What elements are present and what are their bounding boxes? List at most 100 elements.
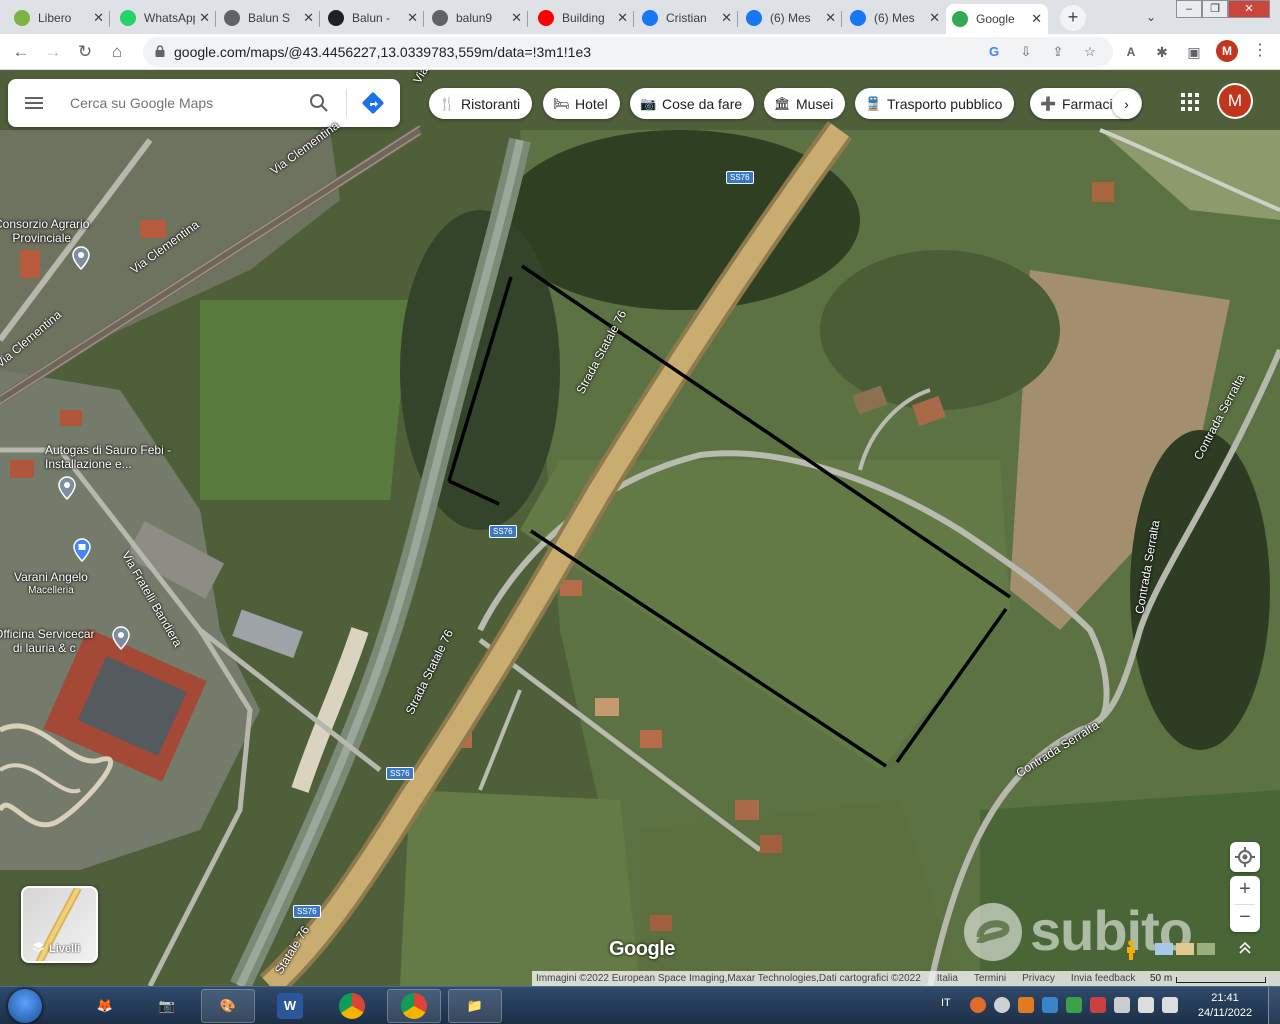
taskbar-file-explorer[interactable]: 📁 bbox=[448, 989, 502, 1023]
back-arrow-icon[interactable]: ← bbox=[10, 41, 32, 63]
language-indicator[interactable]: IT bbox=[941, 997, 951, 1009]
tray-security-icon[interactable] bbox=[1066, 997, 1082, 1013]
maximize-button[interactable]: ❐ bbox=[1202, 0, 1228, 18]
home-icon[interactable]: ⌂ bbox=[106, 41, 128, 63]
tab-3[interactable]: Balun - ✕ bbox=[322, 4, 424, 32]
taskbar-word[interactable]: W bbox=[263, 989, 317, 1023]
tab-close-icon[interactable]: ✕ bbox=[93, 10, 104, 26]
location-pin-icon[interactable] bbox=[112, 626, 130, 650]
tray-updater-icon[interactable] bbox=[1018, 997, 1034, 1013]
layers-toggle-button[interactable]: Livelli bbox=[21, 886, 98, 963]
reload-icon[interactable]: ↻ bbox=[74, 41, 96, 63]
tab-0[interactable]: Libero ✕ bbox=[8, 4, 110, 32]
extension-a-icon[interactable]: A bbox=[1120, 41, 1142, 63]
tab-close-icon[interactable]: ✕ bbox=[617, 10, 628, 26]
expand-chevron-icon[interactable] bbox=[1237, 940, 1253, 956]
chips-next-chevron-icon[interactable]: › bbox=[1112, 90, 1141, 119]
address-bar[interactable]: google.com/maps/@43.4456227,13.0339783,5… bbox=[143, 37, 1113, 67]
tab-5[interactable]: Building ✕ bbox=[532, 4, 634, 32]
tray-alert-icon[interactable] bbox=[1090, 997, 1106, 1013]
directions-icon[interactable] bbox=[361, 91, 385, 115]
tab-close-icon[interactable]: ✕ bbox=[407, 10, 418, 26]
volume-icon[interactable] bbox=[1162, 997, 1178, 1013]
taskbar-screenshot-tool[interactable]: 📷 bbox=[140, 989, 194, 1023]
my-location-button[interactable] bbox=[1230, 842, 1260, 872]
start-button-windows-icon[interactable] bbox=[8, 989, 42, 1023]
tray-app-icon[interactable] bbox=[970, 997, 986, 1013]
side-panel-icon[interactable]: ▣ bbox=[1183, 41, 1205, 63]
taskbar-chrome-active[interactable] bbox=[387, 989, 441, 1023]
extensions-puzzle-icon[interactable]: ✱ bbox=[1151, 41, 1173, 63]
tab-8[interactable]: (6) Mes ✕ bbox=[844, 4, 946, 32]
minimize-button[interactable]: – bbox=[1176, 0, 1202, 18]
tab-7[interactable]: (6) Mes ✕ bbox=[740, 4, 842, 32]
chip-musei[interactable]: 🏛 Musei bbox=[764, 88, 846, 119]
tab-2[interactable]: Balun S ✕ bbox=[218, 4, 320, 32]
taskbar-paint[interactable]: 🎨 bbox=[201, 989, 255, 1023]
location-pin-icon[interactable] bbox=[72, 246, 90, 270]
tab-close-icon[interactable]: ✕ bbox=[825, 10, 836, 26]
google-lens-icon[interactable]: G bbox=[985, 43, 1003, 61]
zoom-in-button[interactable]: + bbox=[1230, 876, 1260, 904]
search-divider bbox=[346, 89, 347, 117]
attribution-link-termini[interactable]: Termini bbox=[974, 973, 1006, 984]
system-clock[interactable]: 21:41 24/11/2022 bbox=[1190, 991, 1260, 1021]
shopping-pin-icon[interactable] bbox=[73, 538, 91, 562]
share-icon[interactable]: ⇪ bbox=[1049, 43, 1067, 61]
hamburger-menu-icon[interactable] bbox=[24, 93, 44, 113]
attribution-link-privacy[interactable]: Privacy bbox=[1022, 973, 1055, 984]
imagery-thumbnails[interactable] bbox=[1155, 942, 1217, 956]
tab-close-icon[interactable]: ✕ bbox=[929, 10, 940, 26]
tray-sync-icon[interactable] bbox=[994, 997, 1010, 1013]
show-desktop-button[interactable] bbox=[1268, 987, 1280, 1024]
tab-4[interactable]: balun9 ✕ bbox=[426, 4, 528, 32]
layers-icon bbox=[32, 942, 45, 952]
attribution-link-italia[interactable]: Italia bbox=[937, 973, 958, 984]
pegman-street-view-icon[interactable] bbox=[1125, 940, 1137, 960]
fork-knife-icon: 🍴 bbox=[439, 95, 456, 111]
search-input[interactable] bbox=[70, 92, 300, 114]
close-window-button[interactable]: ✕ bbox=[1228, 0, 1270, 18]
tab-search-chevron-icon[interactable]: ⌄ bbox=[1140, 6, 1162, 28]
scale-indicator[interactable]: 50 m bbox=[1150, 971, 1267, 986]
tab-9[interactable]: Google ✕ bbox=[946, 4, 1048, 34]
tab-close-icon[interactable]: ✕ bbox=[721, 10, 732, 26]
place-autogas[interactable]: Autogas di Sauro Febi - Installazione e..… bbox=[45, 443, 171, 471]
taskbar-chrome[interactable] bbox=[325, 989, 379, 1023]
chip-hotel[interactable]: 🛏 Hotel bbox=[543, 88, 620, 119]
facebook-icon bbox=[642, 10, 658, 26]
google-apps-grid-icon[interactable] bbox=[1180, 92, 1200, 112]
tab-close-icon[interactable]: ✕ bbox=[199, 10, 210, 26]
paint-palette-icon: 🎨 bbox=[219, 998, 237, 1013]
tab-title: Google bbox=[976, 12, 1015, 26]
zoom-out-button[interactable]: − bbox=[1230, 904, 1260, 932]
tab-1[interactable]: WhatsApp ✕ bbox=[114, 4, 216, 32]
account-avatar[interactable]: M bbox=[1219, 85, 1251, 117]
new-tab-button[interactable]: + bbox=[1060, 5, 1086, 31]
chip-cose-da-fare[interactable]: 📷 Cose da fare bbox=[630, 88, 755, 119]
install-icon[interactable]: ⇩ bbox=[1017, 43, 1035, 61]
taskbar-firefox[interactable]: 🦊 bbox=[78, 989, 132, 1023]
tray-network-app-icon[interactable] bbox=[1042, 997, 1058, 1013]
profile-avatar[interactable]: M bbox=[1216, 40, 1238, 62]
bookmark-star-icon[interactable]: ☆ bbox=[1081, 43, 1099, 61]
satellite-imagery bbox=[0, 70, 1280, 986]
network-icon[interactable] bbox=[1138, 997, 1154, 1013]
place-officina-servicecar[interactable]: Officina Servicecar di lauria & c bbox=[0, 627, 94, 655]
location-pin-icon[interactable] bbox=[58, 476, 76, 500]
search-icon[interactable] bbox=[308, 92, 330, 114]
tab-close-icon[interactable]: ✕ bbox=[1031, 11, 1042, 27]
tab-close-icon[interactable]: ✕ bbox=[303, 10, 314, 26]
word-icon: W bbox=[277, 993, 303, 1019]
tab-close-icon[interactable]: ✕ bbox=[511, 10, 522, 26]
satellite-map[interactable]: 🍴Ristoranti 🛏Hotel 📷Cose da fare 🏛Musei … bbox=[0, 70, 1280, 986]
attribution-link-feedback[interactable]: Invia feedback bbox=[1071, 973, 1136, 984]
place-varani-angelo[interactable]: Varani Angelo Macelleria bbox=[14, 570, 88, 598]
tab-6[interactable]: Cristian ✕ bbox=[636, 4, 738, 32]
browser-menu-icon[interactable]: ⋮ bbox=[1250, 40, 1270, 62]
chip-trasporto-pubblico[interactable]: 🚆 Trasporto pubblico bbox=[855, 88, 1015, 119]
forward-arrow-icon[interactable]: → bbox=[42, 41, 64, 63]
chip-ristoranti[interactable]: 🍴 Ristoranti bbox=[429, 88, 533, 119]
tray-action-center-icon[interactable] bbox=[1114, 997, 1130, 1013]
place-consorzio-agrario[interactable]: Consorzio Agrario Provinciale bbox=[0, 217, 89, 245]
